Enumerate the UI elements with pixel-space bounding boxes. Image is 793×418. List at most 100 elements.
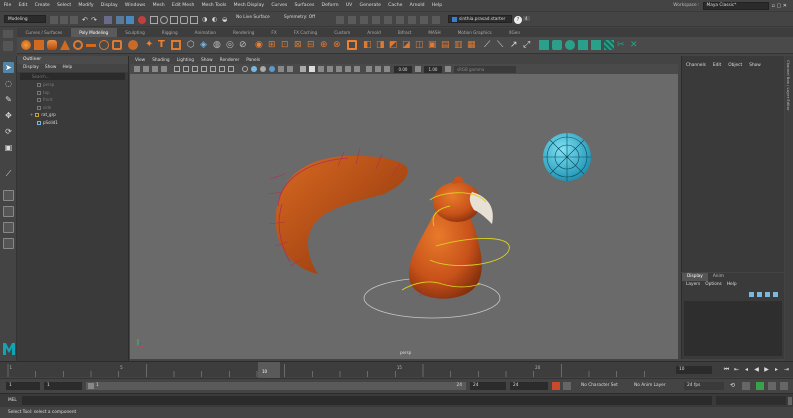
smooth-icon[interactable]: ◍ — [213, 40, 223, 50]
gate-mask-icon[interactable] — [201, 66, 207, 72]
tab-sculpting[interactable]: Sculpting — [117, 28, 154, 37]
character-set-icon[interactable] — [563, 382, 571, 390]
sculpt-brush-icon[interactable]: ⟋ — [484, 40, 494, 50]
ipr-render-icon[interactable]: ◒ — [222, 16, 230, 24]
offset-edge-loop-icon[interactable]: ▣ — [428, 40, 438, 50]
uv-camera-icon[interactable] — [591, 40, 601, 50]
platonic-solid-icon[interactable] — [112, 40, 122, 50]
move-layer-up-icon[interactable] — [749, 292, 754, 297]
script-editor-icon[interactable] — [788, 397, 792, 405]
mirror-icon[interactable]: ⊘ — [239, 40, 249, 50]
uv-automatic-icon[interactable] — [578, 40, 588, 50]
outliner-item-side[interactable]: side — [17, 104, 128, 112]
redo-icon[interactable]: ↷ — [91, 16, 99, 24]
persp-graph-layout-icon[interactable] — [3, 238, 14, 249]
menu-deform[interactable]: Deform — [318, 3, 342, 8]
channel-menu-channels[interactable]: Channels — [686, 56, 706, 68]
menu-modify[interactable]: Modify — [75, 3, 97, 8]
extrude-icon[interactable]: ◉ — [255, 40, 265, 50]
poly-cylinder-icon[interactable] — [47, 40, 57, 50]
slide-edge-icon[interactable]: ◫ — [415, 40, 425, 50]
lock-icon[interactable] — [336, 15, 344, 24]
uv-editor-icon[interactable] — [432, 15, 440, 24]
move-layer-down-icon[interactable] — [757, 292, 762, 297]
tab-rigging[interactable]: Rigging — [153, 28, 186, 37]
depth-of-field-icon[interactable] — [354, 66, 360, 72]
key-icon[interactable] — [756, 382, 764, 390]
squirrel-tail[interactable] — [275, 155, 408, 274]
smooth-shade-icon[interactable] — [251, 66, 257, 72]
render-view-icon[interactable] — [408, 15, 416, 24]
exposure-icon[interactable] — [384, 66, 390, 72]
svg-tool-icon[interactable] — [171, 40, 181, 50]
menu-display[interactable]: Display — [97, 3, 121, 8]
poke-icon[interactable]: ▤ — [441, 40, 451, 50]
collapse-icon[interactable]: ⊕ — [320, 40, 330, 50]
resolution-gate-icon[interactable] — [192, 66, 198, 72]
menu-mesh-display[interactable]: Mesh Display — [230, 3, 268, 8]
outliner-menu-help[interactable]: Help — [62, 64, 72, 72]
fill-hole-icon[interactable]: ⊟ — [307, 40, 317, 50]
scale-tool-icon[interactable]: ▣ — [3, 142, 14, 153]
combine-icon[interactable]: ⬡ — [187, 40, 197, 50]
rotate-tool-icon[interactable]: ⟳ — [3, 126, 14, 137]
outliner-search-input[interactable]: Search... — [20, 73, 125, 80]
menu-edit[interactable]: Edit — [15, 3, 31, 8]
outliner-item-front[interactable]: front — [17, 96, 128, 104]
safe-title-icon[interactable] — [228, 66, 234, 72]
animation-start-field[interactable]: 1 — [6, 382, 40, 390]
tab-arnold[interactable]: Arnold — [359, 28, 390, 37]
four-view-layout-icon[interactable] — [3, 206, 14, 217]
window-controls[interactable]: ▫ ▢ ✕ — [772, 3, 787, 9]
select-object-icon[interactable] — [116, 15, 124, 24]
time-slider[interactable]: 15101520 10 10 ⏮ ⇤ ◂ ◀ ▶ ▸ ⇥ ⏭ — [0, 361, 793, 378]
poly-sphere-icon[interactable] — [21, 40, 31, 50]
mode-menu-dropdown[interactable]: Modeling — [4, 15, 46, 23]
menu-select[interactable]: Select — [53, 3, 74, 8]
lasso-tool-icon[interactable]: ◌ — [3, 78, 14, 89]
undo-icon[interactable]: ↶ — [82, 16, 90, 24]
channel-menu-object[interactable]: Object — [728, 56, 742, 68]
render-icon[interactable]: ◐ — [212, 16, 220, 24]
input-line-icon[interactable] — [348, 15, 356, 24]
tab-anim[interactable]: Anim — [708, 273, 729, 281]
save-icon[interactable] — [70, 15, 78, 24]
grid-icon[interactable] — [174, 66, 180, 72]
menu-file[interactable]: File — [0, 3, 15, 8]
safe-action-icon[interactable] — [219, 66, 225, 72]
new-empty-layer-icon[interactable] — [765, 292, 770, 297]
menu-help[interactable]: Help — [428, 3, 446, 8]
expand-icon[interactable]: + — [30, 112, 33, 117]
multi-cut-icon[interactable]: ◧ — [363, 40, 373, 50]
perspective-viewport[interactable]: persp — [130, 74, 678, 359]
bevel-icon[interactable]: ⊡ — [281, 40, 291, 50]
rename-icon[interactable] — [360, 15, 368, 24]
move-tool-icon[interactable]: ✥ — [3, 110, 14, 121]
gamma-icon[interactable] — [415, 66, 421, 72]
poly-cone-icon[interactable] — [60, 40, 70, 50]
sweep-mesh-icon[interactable]: ✦ — [145, 40, 155, 50]
snap-surface-icon[interactable] — [190, 15, 198, 24]
channel-lock-icon[interactable] — [372, 15, 380, 24]
menu-curves[interactable]: Curves — [268, 3, 291, 8]
tab-motion-graphics[interactable]: Motion Graphics — [449, 28, 500, 37]
menu-generate[interactable]: Generate — [356, 3, 385, 8]
command-input[interactable] — [22, 396, 712, 405]
wireframe-on-shaded-icon[interactable] — [269, 66, 275, 72]
field-chart-icon[interactable] — [210, 66, 216, 72]
tab-bifrost[interactable]: Bifrost — [389, 28, 420, 37]
film-gate-icon[interactable] — [183, 66, 189, 72]
go-to-start-icon[interactable]: ⏮ — [722, 365, 731, 374]
bookmark-icon[interactable] — [152, 66, 158, 72]
connect-icon[interactable]: ◩ — [389, 40, 399, 50]
poly-cube-icon[interactable] — [34, 40, 44, 50]
layer-menu-options[interactable]: Options — [705, 281, 722, 289]
new-layer-selected-icon[interactable] — [773, 292, 778, 297]
notification-badge[interactable]: 4 — [523, 15, 530, 21]
viewport-menu-view[interactable]: View — [135, 57, 145, 64]
render-settings-icon[interactable] — [384, 15, 392, 24]
tab-xgen[interactable]: XGen — [500, 28, 528, 37]
outliner-item-psolid1[interactable]: pSolid1 — [17, 119, 128, 127]
uv-checker-icon[interactable] — [604, 40, 614, 50]
workspace-dropdown[interactable]: Maya Classic* — [702, 1, 769, 10]
